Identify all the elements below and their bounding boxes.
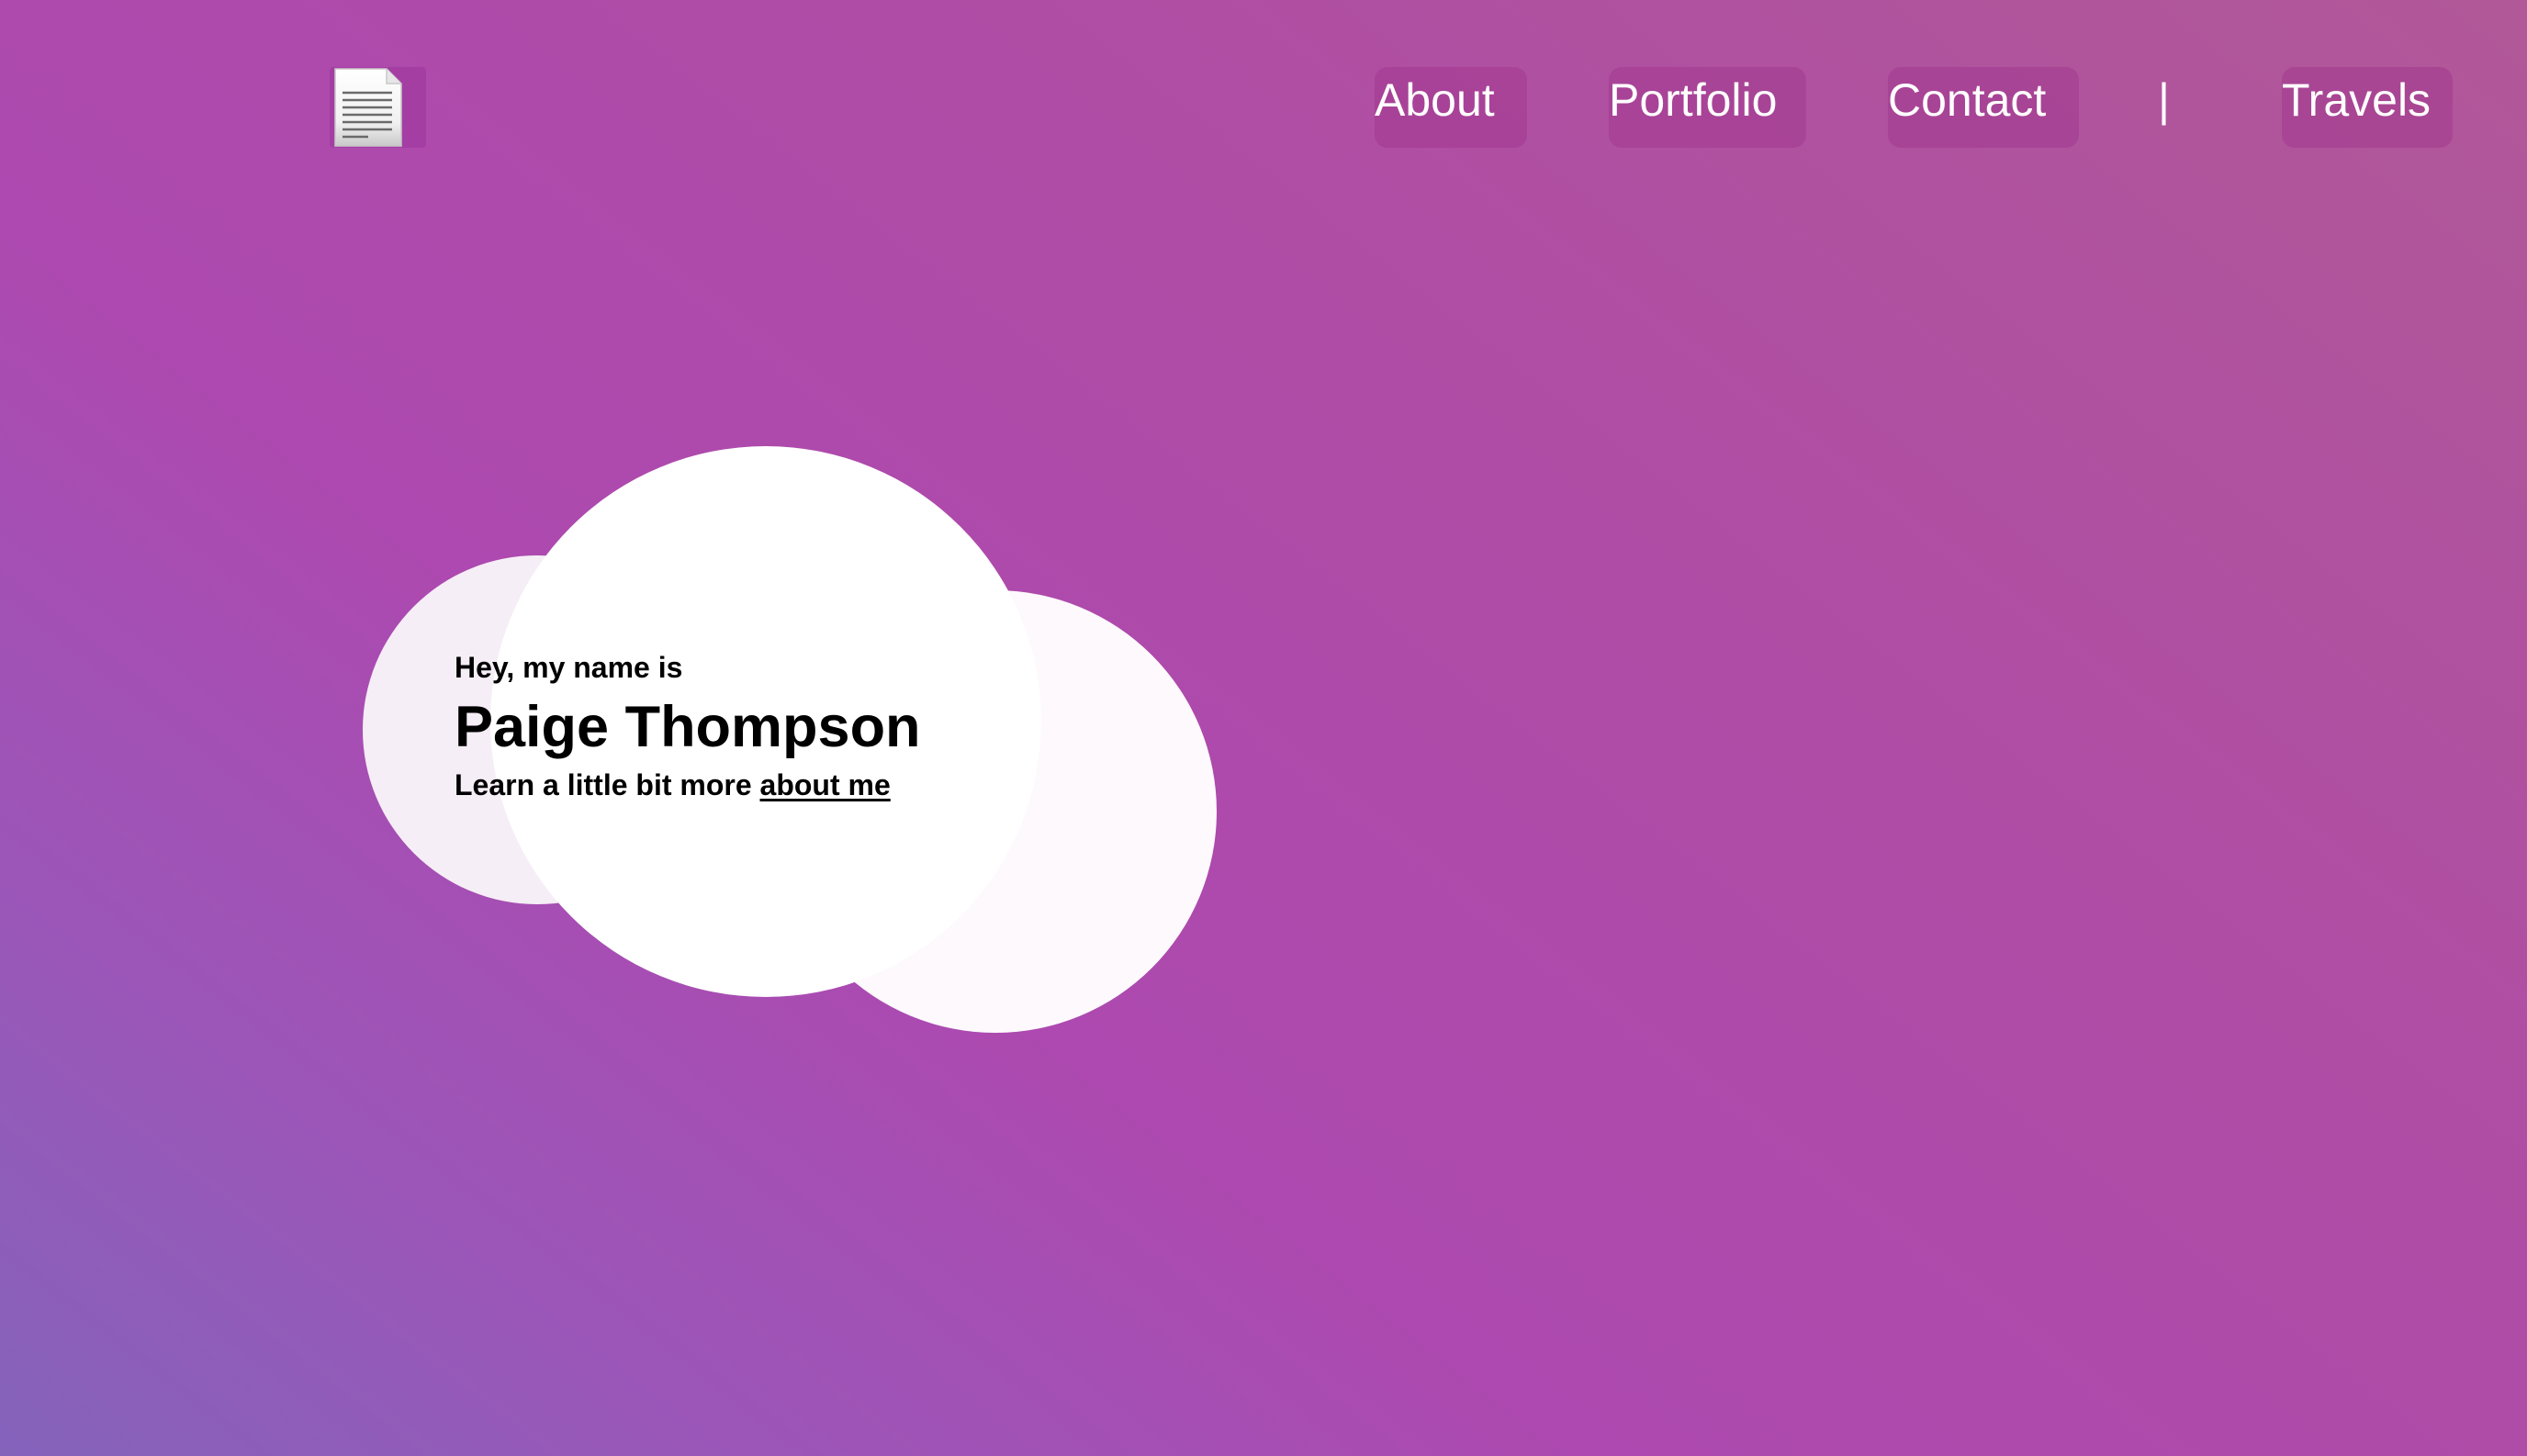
greeting-text: Hey, my name is [455,651,683,684]
nav-travels-label: Travels [2282,74,2432,126]
nav-about-label: About [1375,74,1495,126]
learn-more-text: Learn a little bit more about me [455,765,921,805]
nav-travels[interactable]: Travels [2282,67,2453,148]
home-logo[interactable] [330,67,426,148]
hero-name: Paige Thompson [455,695,921,759]
nav-portfolio[interactable]: Portfolio [1609,67,1806,148]
hero-intro: Hey, my name is Paige Thompson Learn a l… [455,647,921,805]
nav-contact[interactable]: Contact [1888,67,2079,148]
nav-portfolio-label: Portfolio [1609,74,1778,126]
document-icon [334,68,402,147]
nav-contact-label: Contact [1888,74,2047,126]
nav-about[interactable]: About [1375,67,1527,148]
learn-more-prefix: Learn a little bit more [455,768,752,801]
nav-divider: | [2158,74,2170,126]
about-me-link[interactable]: about me [760,768,891,801]
